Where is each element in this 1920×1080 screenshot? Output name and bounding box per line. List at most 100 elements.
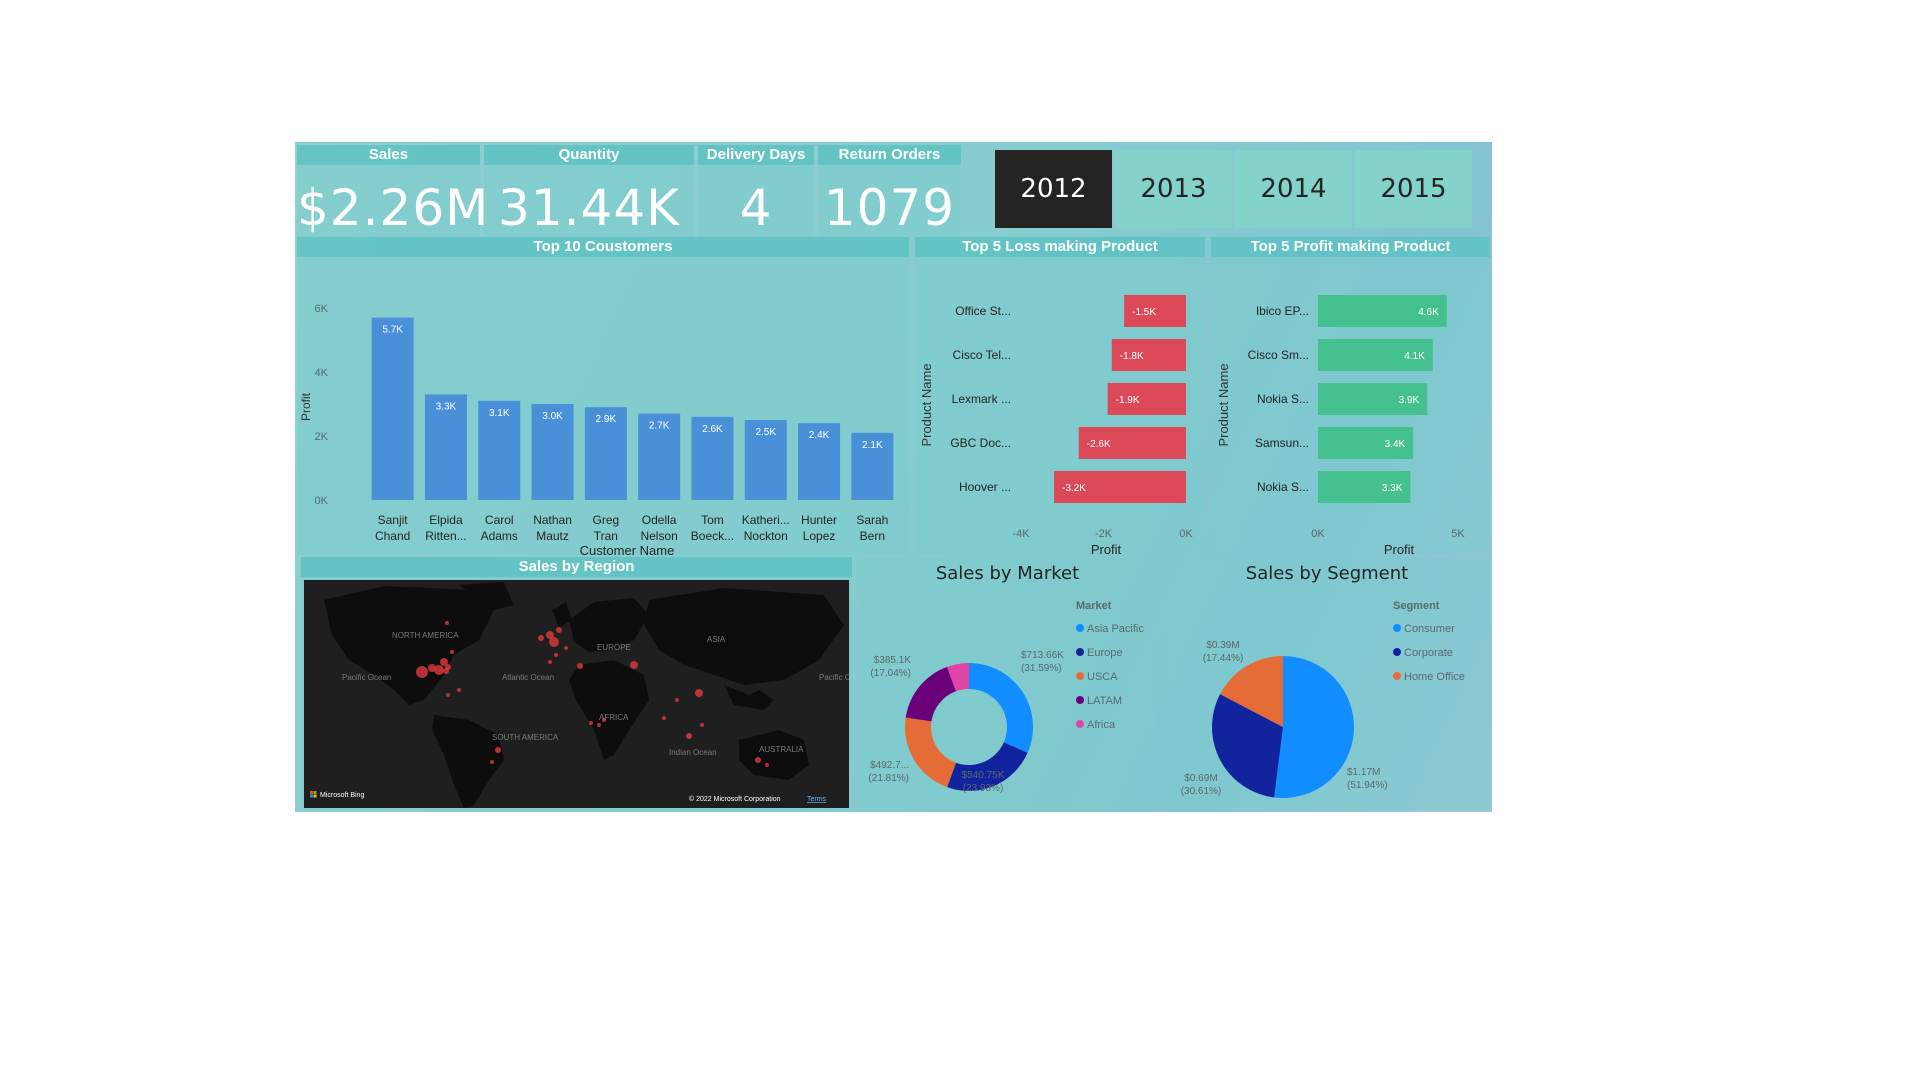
x-tick-label: Bern [860,529,885,543]
legend-item: Consumer [1404,623,1455,635]
dashboard: Sales $2.26M Quantity 31.44K Delivery Da… [295,142,1492,812]
sales-by-segment-panel: Sales by Segment $1.17M (51.94%) $0.69M (30… [1163,557,1491,810]
x-tick-label: Tom [701,513,724,527]
kpi-quantity-value: 31.44K [498,179,680,237]
data-label: 3.3K [436,401,457,412]
legend-swatch [1076,696,1084,704]
bar [371,317,414,500]
x-tick-label: -4K [1012,528,1030,540]
x-axis-label: Profit [1384,542,1415,555]
data-label: 2.6K [702,424,723,435]
top-customers-chart: 0K 2K 4K 6K Profit 5.7K Sanjit Chand 3.3K Elpida R… [299,303,894,555]
pie-slice [905,717,957,788]
year-button-2014[interactable]: 2014 [1235,150,1352,228]
map-label: EUROPE [597,643,631,652]
x-tick-label: Odella [642,513,677,527]
kpi-quantity-label: Quantity [484,145,694,165]
y-tick-label: 2K [315,431,329,443]
x-tick-label: Carol [485,513,514,527]
x-tick-label: Mautz [536,529,569,543]
data-label: (23.93%) [963,783,1004,794]
data-label: $385.1K [874,655,912,666]
y-axis-label: Profit [299,392,313,421]
x-tick-label: Katheri... [742,513,790,527]
sales-by-market-chart: $713.66K (31.59%) $540.75K (23.93%) $492.7..… [868,600,1144,794]
year-slicer: 2012 2013 2014 2015 [995,142,1475,237]
data-label: $1.17M [1347,767,1380,778]
data-label: 3.1K [489,408,510,419]
y-tick-label: 4K [315,367,329,379]
sales-by-region-map[interactable]: NORTH AMERICA EUROPE ASIA AFRICA SOUTH A… [304,580,849,808]
kpi-sales-card: Sales $2.26M [297,145,490,237]
data-label: (30.61%) [1181,786,1222,797]
data-label: 3.3K [1382,483,1403,494]
sales-by-segment-title: Sales by Segment [1245,563,1409,584]
x-tick-label: Sarah [856,513,888,527]
y-tick-label: Office St... [955,304,1011,318]
x-tick-label: Ritten... [425,529,466,543]
y-tick-label: Nokia S... [1257,480,1309,494]
sales-by-region-panel: Sales by Region NORTH AMERICA EUROPE ASI… [301,557,852,810]
profit-products-title: Top 5 Profit making Product [1211,237,1490,257]
data-label: 2.4K [809,430,830,441]
kpi-sales-label: Sales [297,145,480,165]
y-tick-label: Ibico EP... [1256,304,1309,318]
data-label: $0.39M [1206,640,1239,651]
pie-slice [969,663,1033,753]
x-axis-label: Profit [1091,542,1122,555]
data-label: $0.69M [1184,773,1217,784]
year-button-2013[interactable]: 2013 [1115,150,1232,228]
map-terms-link[interactable]: Terms [807,796,827,803]
sales-by-market-panel: Sales by Market $713.66K (31.59%) $540.75K… [857,557,1158,810]
profit-products-panel: Top 5 Profit making Product 4.6K Ibico EP… [1211,237,1490,555]
y-tick-label: Cisco Sm... [1248,348,1309,362]
data-label: (51.94%) [1347,780,1388,791]
data-label: 3.9K [1399,395,1420,406]
data-label: -1.8K [1120,351,1144,362]
data-label: 3.0K [542,411,563,422]
data-label: -3.2K [1062,483,1086,494]
top-customers-title: Top 10 Coustomers [297,237,909,257]
loss-products-chart: -1.5K Office St... -1.8K Cisco Tel... -1.9K L… [919,295,1193,555]
legend-title: Market [1076,600,1112,612]
legend-swatch [1393,624,1401,632]
year-button-2012[interactable]: 2012 [995,150,1112,228]
y-tick-label: Nokia S... [1257,392,1309,406]
x-tick-label: 0K [1311,528,1325,540]
x-tick-label: Nockton [744,529,788,543]
legend-swatch [1076,624,1084,632]
kpi-delivery-value: 4 [739,179,773,237]
year-button-2015[interactable]: 2015 [1355,150,1472,228]
data-label: (17.04%) [870,668,911,679]
top-customers-panel: Top 10 Coustomers 0K 2K 4K 6K Profit 5.7K Sanj… [297,237,909,555]
loss-products-title: Top 5 Loss making Product [915,237,1205,257]
x-tick-label: Greg [593,513,620,527]
y-tick-label: Lexmark ... [952,392,1011,406]
data-label: 4.6K [1418,307,1439,318]
data-label: 5.7K [382,325,403,336]
x-tick-label: Tran [594,529,618,543]
legend-item: Home Office [1404,671,1465,683]
data-label: 2.7K [649,421,670,432]
legend-item: Europe [1087,647,1122,659]
data-label: (17.44%) [1203,653,1244,664]
x-tick-label: Nathan [533,513,572,527]
data-label: -1.5K [1132,307,1156,318]
map-label: AUSTRALIA [759,745,804,754]
y-tick-label: GBC Doc... [950,436,1011,450]
legend-item: LATAM [1087,695,1122,707]
map-label: ASIA [707,635,726,644]
x-tick-label: Hunter [801,513,837,527]
data-label: (21.81%) [868,773,909,784]
kpi-delivery-label: Delivery Days [698,145,814,165]
y-tick-label: 0K [315,495,329,507]
sales-by-region-title: Sales by Region [301,557,852,577]
legend-swatch [1393,648,1401,656]
kpi-sales-value: $2.26M [297,179,490,237]
pie-slice [905,666,956,722]
x-tick-label: Chand [375,529,410,543]
data-label: -2.6K [1087,439,1111,450]
y-tick-label: Cisco Tel... [953,348,1011,362]
data-label: 2.5K [755,427,776,438]
data-label: 3.4K [1385,439,1406,450]
